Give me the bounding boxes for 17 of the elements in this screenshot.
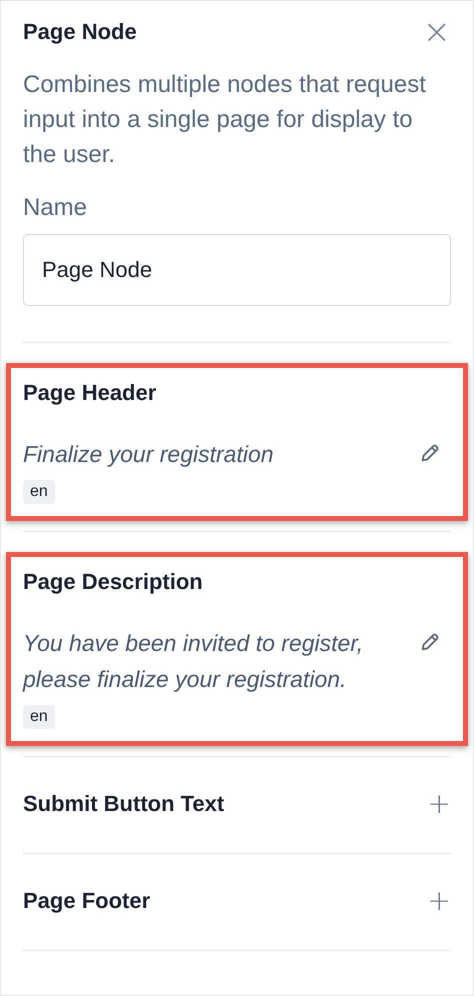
language-badge: en [23, 705, 55, 729]
panel-title: Page Node [23, 19, 137, 45]
close-button[interactable]: × [422, 17, 451, 47]
section-title: Submit Button Text [23, 791, 224, 817]
add-button[interactable]: + [428, 792, 451, 816]
section-title: Page Footer [23, 888, 150, 914]
language-badge: en [23, 480, 55, 504]
name-input-field[interactable]: Page Node [23, 234, 451, 306]
section-text: You have been invited to register, please finalize your registration. [23, 629, 364, 694]
pencil-icon[interactable] [419, 442, 441, 464]
section-title: Page Header [23, 380, 158, 406]
section-title: Page Description [23, 569, 204, 595]
section-text: Finalize your registration [23, 440, 274, 469]
panel-description: Combines multiple nodes that request input into a single page for display to the user. [23, 70, 427, 170]
name-label: Name [23, 194, 88, 222]
add-button[interactable]: + [428, 889, 451, 913]
pencil-icon[interactable] [419, 631, 441, 653]
